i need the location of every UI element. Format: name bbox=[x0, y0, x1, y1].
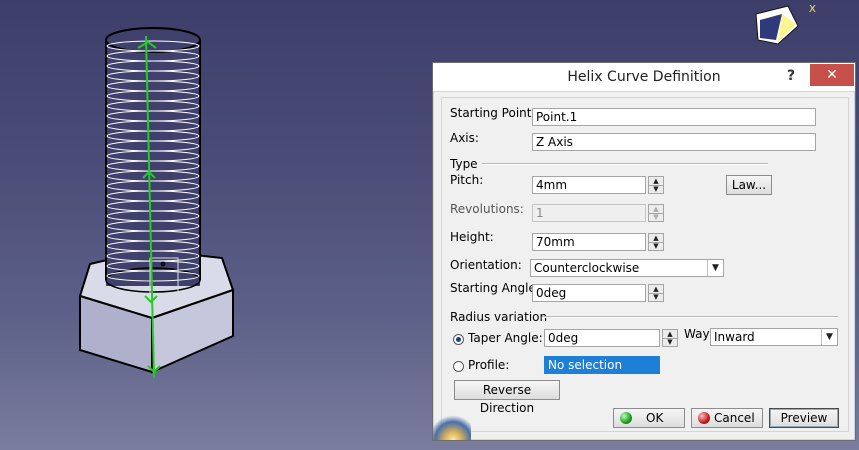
radius-group-title: Radius variation bbox=[450, 310, 548, 324]
revolutions-down-icon: ▼ bbox=[653, 213, 659, 221]
preview-button[interactable]: Preview bbox=[769, 408, 839, 428]
cancel-button[interactable]: Cancel bbox=[691, 408, 763, 428]
ok-button[interactable]: OK bbox=[613, 408, 685, 428]
revolutions-stepper: ▲ ▼ bbox=[648, 204, 664, 222]
way-select[interactable]: Inward ▼ bbox=[710, 328, 838, 346]
way-label: Way: bbox=[684, 327, 713, 341]
chevron-down-icon[interactable]: ▼ bbox=[821, 329, 837, 345]
orientation-select[interactable]: Counterclockwise ▼ bbox=[530, 259, 724, 277]
pitch-down-icon[interactable]: ▼ bbox=[649, 185, 663, 193]
pitch-label: Pitch: bbox=[450, 173, 484, 187]
taper-angle-label: Taper Angle: bbox=[468, 331, 543, 345]
bolt-model[interactable] bbox=[0, 0, 430, 450]
starting-point-label: Starting Point: bbox=[450, 106, 536, 120]
catia-logo bbox=[433, 414, 471, 440]
height-down-icon[interactable]: ▼ bbox=[649, 242, 663, 250]
radius-group-divider bbox=[542, 316, 838, 318]
profile-label: Profile: bbox=[468, 358, 510, 372]
ok-button-label: OK bbox=[646, 411, 664, 425]
orientation-value: Counterclockwise bbox=[534, 261, 640, 275]
starting-angle-down-icon[interactable]: ▼ bbox=[649, 293, 663, 301]
ok-icon bbox=[620, 412, 632, 424]
profile-radio[interactable] bbox=[453, 361, 464, 372]
type-group-divider bbox=[482, 163, 768, 165]
taper-angle-stepper[interactable]: ▲ ▼ bbox=[662, 329, 678, 347]
pitch-input[interactable]: 4mm bbox=[532, 176, 646, 194]
bolt-top-face bbox=[105, 27, 201, 53]
compass-x-label: X bbox=[809, 4, 816, 15]
dialog-titlebar[interactable]: Helix Curve Definition ? ✕ bbox=[433, 63, 855, 92]
revolutions-input: 1 bbox=[532, 204, 646, 222]
way-value: Inward bbox=[714, 330, 755, 344]
height-label: Height: bbox=[450, 230, 494, 244]
taper-angle-radio[interactable] bbox=[453, 334, 464, 345]
reverse-direction-button[interactable]: Reverse Direction bbox=[454, 380, 560, 415]
cancel-icon bbox=[698, 412, 710, 424]
starting-point-field[interactable]: Point.1 bbox=[532, 108, 816, 126]
close-button[interactable]: ✕ bbox=[810, 64, 854, 86]
compass[interactable]: X bbox=[748, 0, 838, 60]
pitch-stepper[interactable]: ▲ ▼ bbox=[648, 176, 664, 194]
starting-angle-label: Starting Angle: bbox=[450, 281, 540, 295]
profile-selection-field[interactable]: No selection bbox=[544, 356, 660, 374]
axis-field[interactable]: Z Axis bbox=[532, 133, 816, 151]
height-stepper[interactable]: ▲ ▼ bbox=[648, 233, 664, 251]
starting-angle-input[interactable]: 0deg bbox=[532, 284, 646, 302]
helix-curve-dialog: Helix Curve Definition ? ✕ Starting Poin… bbox=[432, 62, 856, 441]
revolutions-label: Revolutions: bbox=[450, 202, 524, 216]
taper-angle-down-icon[interactable]: ▼ bbox=[663, 338, 677, 346]
taper-angle-input[interactable]: 0deg bbox=[544, 329, 660, 347]
help-button[interactable]: ? bbox=[781, 67, 801, 85]
type-group-title: Type bbox=[450, 157, 478, 171]
start-point-marker bbox=[160, 261, 166, 267]
height-input[interactable]: 70mm bbox=[532, 233, 646, 251]
dialog-content: Starting Point: Point.1 Axis: Z Axis Typ… bbox=[441, 97, 849, 432]
axis-label: Axis: bbox=[450, 131, 479, 145]
cancel-button-label: Cancel bbox=[714, 411, 755, 425]
law-button[interactable]: Law... bbox=[726, 175, 772, 195]
starting-angle-stepper[interactable]: ▲ ▼ bbox=[648, 284, 664, 302]
orientation-label: Orientation: bbox=[450, 258, 522, 272]
chevron-down-icon[interactable]: ▼ bbox=[707, 260, 723, 276]
